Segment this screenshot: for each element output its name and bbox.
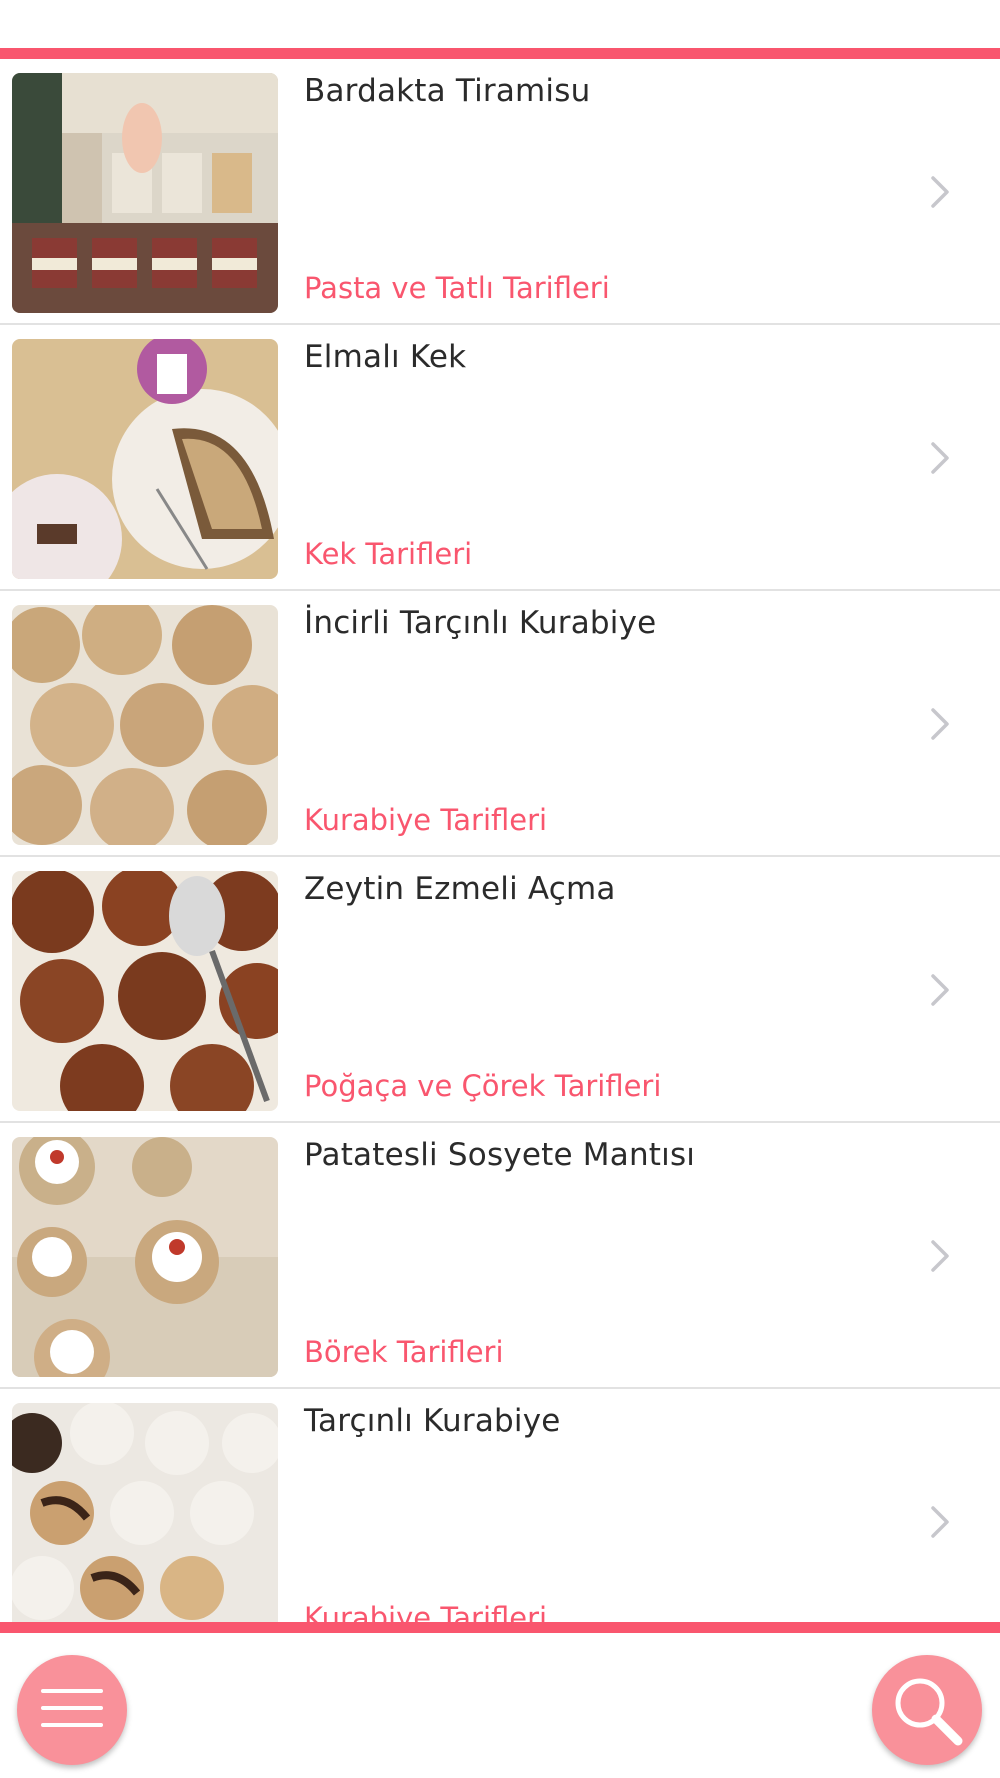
menu-button[interactable] [17, 1655, 127, 1765]
top-bar [0, 0, 1000, 48]
hamburger-menu-icon [41, 1689, 103, 1727]
recipe-title: Patatesli Sosyete Mantısı [304, 1137, 696, 1173]
recipe-thumbnail [12, 339, 278, 579]
recipe-list[interactable]: Bardakta Tiramisu Pasta ve Tatlı Tarifle… [0, 59, 1000, 1622]
recipe-category: Kurabiye Tarifleri [304, 1601, 548, 1622]
chevron-right-icon [925, 1236, 955, 1276]
chevron-right-icon [925, 704, 955, 744]
recipe-row[interactable]: Elmalı Kek Kek Tarifleri [0, 325, 1000, 591]
recipe-row[interactable]: Zeytin Ezmeli Açma Poğaça ve Çörek Tarif… [0, 857, 1000, 1123]
recipe-thumbnail [12, 73, 278, 313]
recipe-thumbnail [12, 1137, 278, 1377]
recipe-title: Zeytin Ezmeli Açma [304, 871, 616, 907]
bottom-bar [0, 1633, 1000, 1778]
search-button[interactable] [872, 1655, 982, 1765]
chevron-right-icon [925, 172, 955, 212]
search-icon [895, 1678, 963, 1746]
bottom-accent-line [0, 1622, 1000, 1633]
chevron-right-icon [925, 1502, 955, 1542]
recipe-title: İncirli Tarçınlı Kurabiye [304, 605, 657, 641]
recipe-category: Poğaça ve Çörek Tarifleri [304, 1069, 662, 1103]
recipe-thumbnail [12, 1403, 278, 1622]
recipe-row[interactable]: Tarçınlı Kurabiye Kurabiye Tarifleri [0, 1389, 1000, 1622]
recipe-title: Tarçınlı Kurabiye [304, 1403, 561, 1439]
recipe-row[interactable]: Bardakta Tiramisu Pasta ve Tatlı Tarifle… [0, 59, 1000, 325]
chevron-right-icon [925, 970, 955, 1010]
chevron-right-icon [925, 438, 955, 478]
recipe-category: Börek Tarifleri [304, 1335, 504, 1369]
recipe-row[interactable]: İncirli Tarçınlı Kurabiye Kurabiye Tarif… [0, 591, 1000, 857]
recipe-thumbnail [12, 605, 278, 845]
top-accent-line [0, 48, 1000, 59]
recipe-category: Kurabiye Tarifleri [304, 803, 548, 837]
recipe-row[interactable]: Patatesli Sosyete Mantısı Börek Tarifler… [0, 1123, 1000, 1389]
recipe-category: Pasta ve Tatlı Tarifleri [304, 271, 610, 305]
recipe-thumbnail [12, 871, 278, 1111]
recipe-category: Kek Tarifleri [304, 537, 473, 571]
recipe-title: Bardakta Tiramisu [304, 73, 591, 109]
recipe-title: Elmalı Kek [304, 339, 467, 375]
